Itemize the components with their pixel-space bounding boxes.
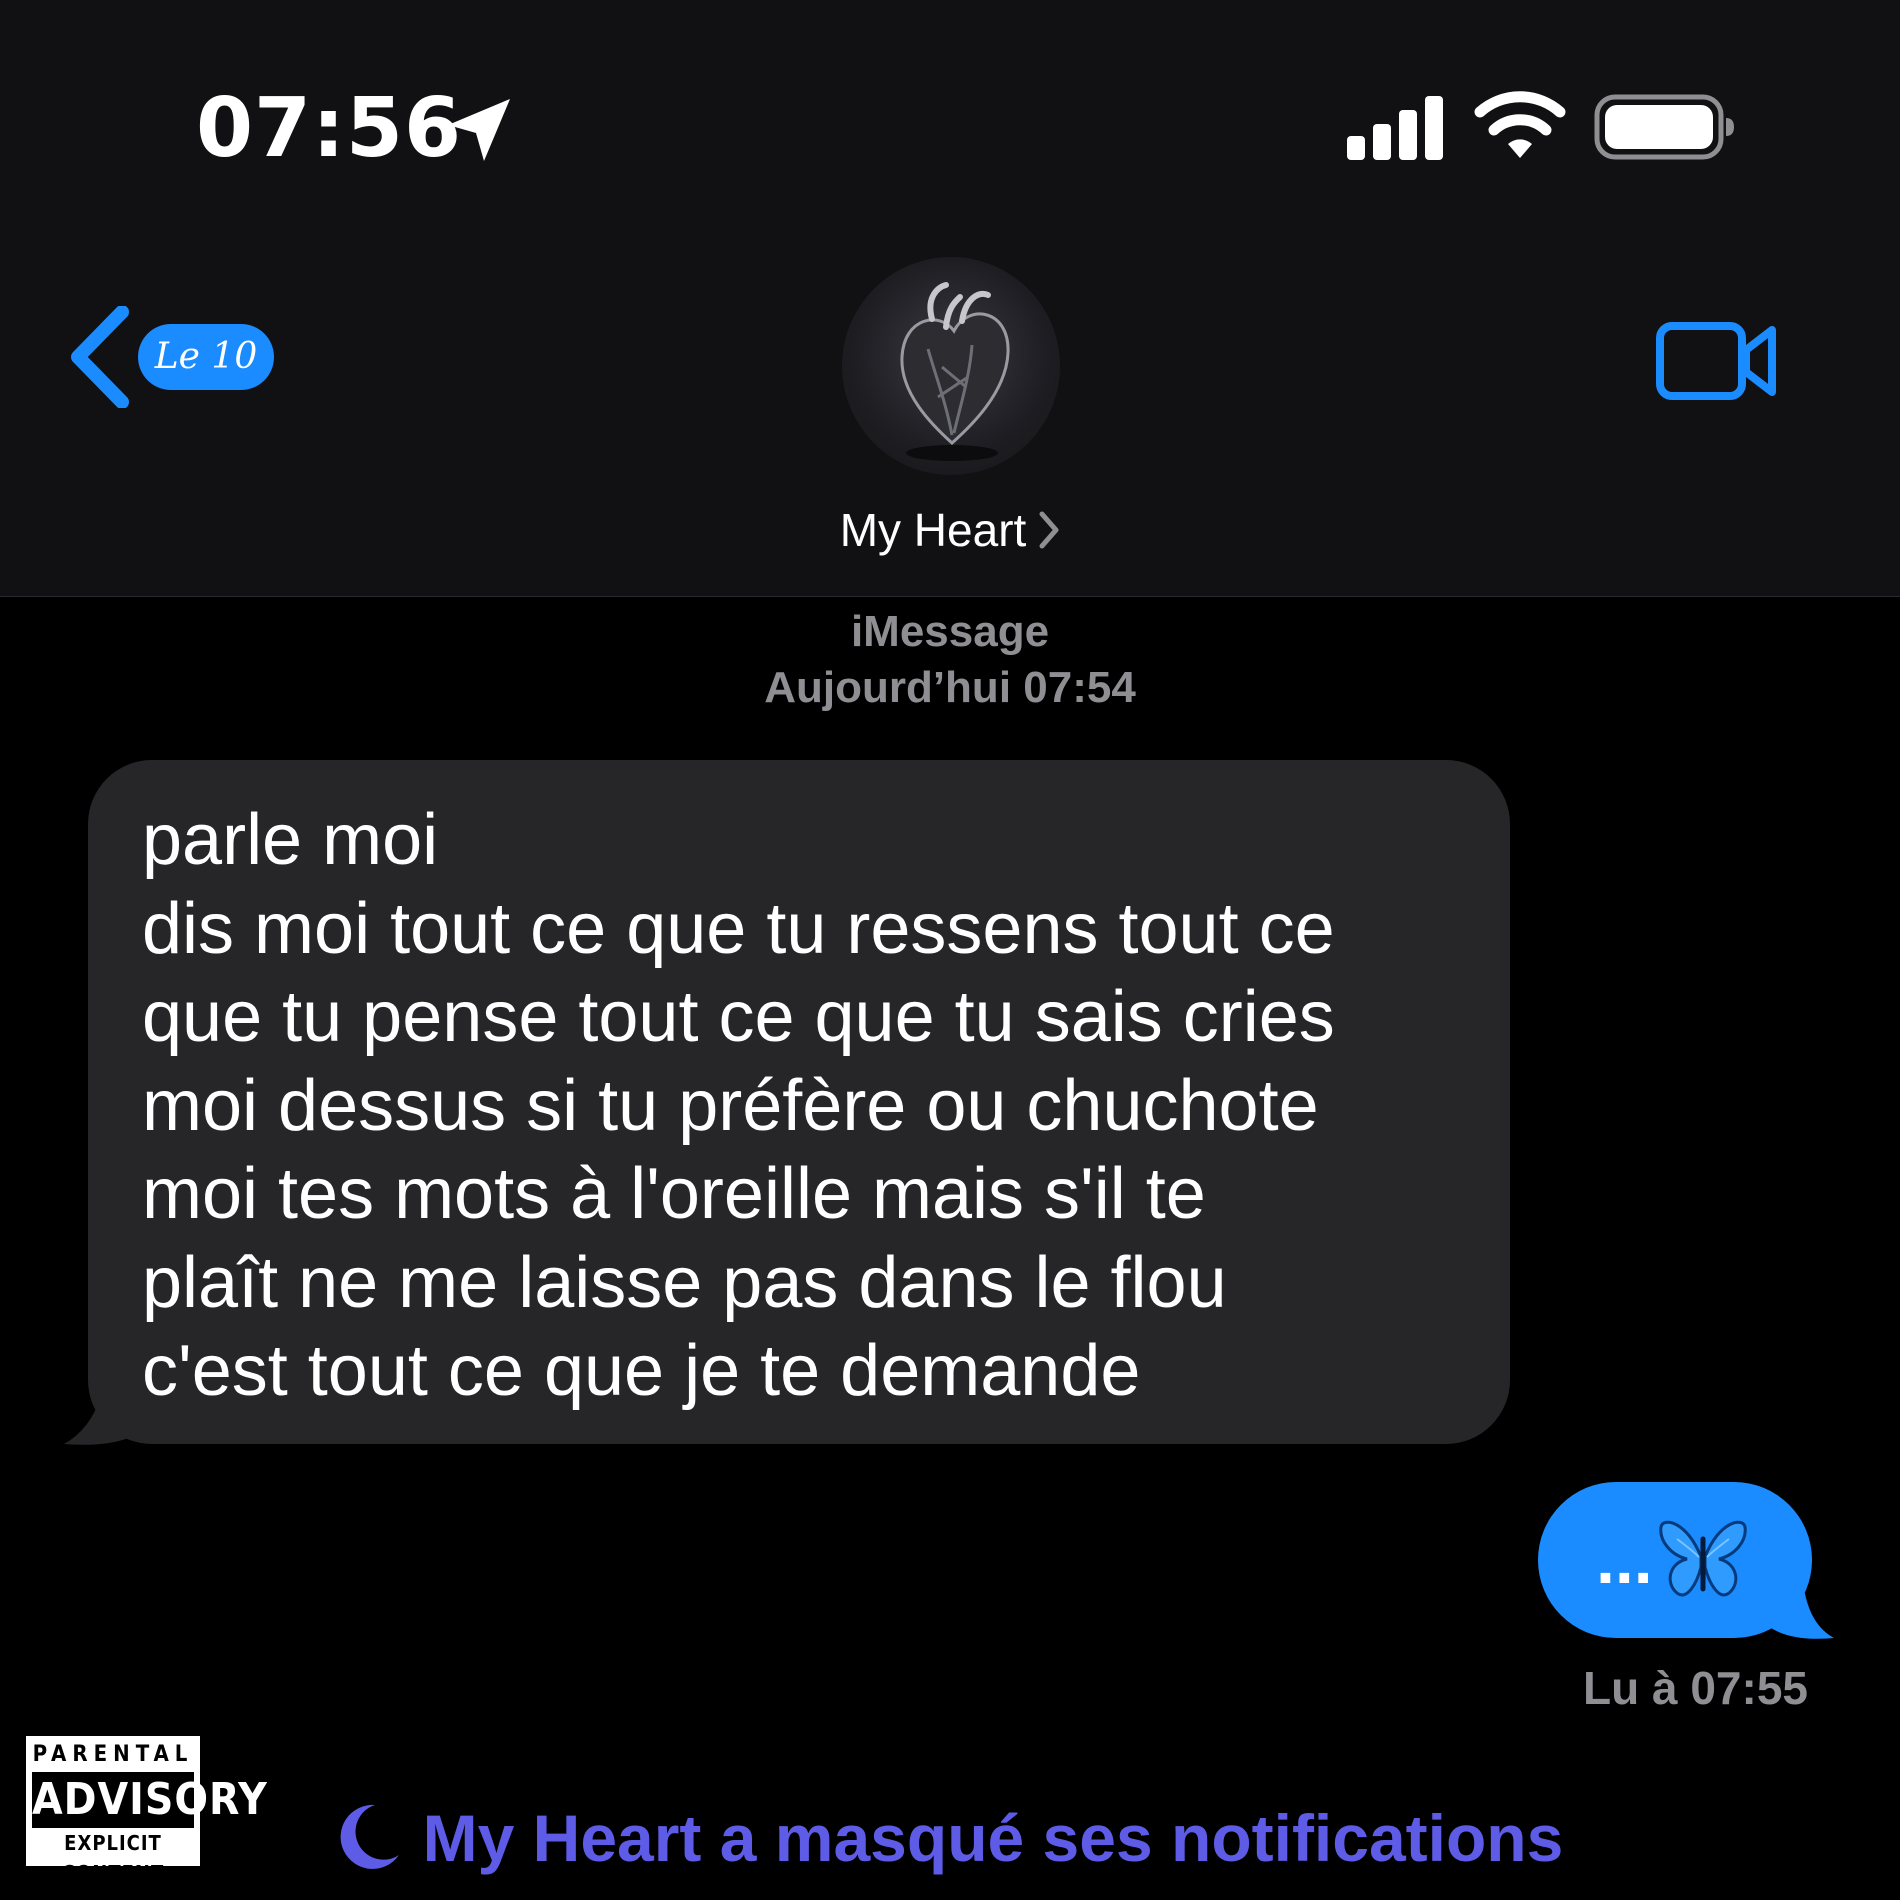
moon-icon [340,1804,399,1869]
contact-name: My Heart [839,504,1027,556]
status-time: 07:56 [196,81,463,176]
wifi-icon [1474,91,1566,158]
heart-image-icon [900,282,1010,461]
focus-status-banner: My Heart a masqué ses notifications [0,1800,1900,1876]
conversation-timestamp: Aujourd’hui 07:54 [764,663,1136,712]
contact-avatar[interactable] [842,257,1060,475]
contact-name-button[interactable]: My Heart [0,500,1900,560]
video-camera-icon[interactable] [1656,322,1778,400]
location-arrow-icon [448,99,510,161]
chevron-right-icon [1039,511,1059,549]
blue-butterfly-icon [1659,1520,1747,1597]
outgoing-message-text: ... [1596,1522,1653,1598]
read-receipt: Lu à 07:55 [1583,1662,1808,1714]
navigation-header: 07:56 Le 10 My Heart [0,0,1900,597]
outgoing-message-content: ... [1596,1510,1749,1610]
unread-count-badge: Le 10 [138,324,274,390]
focus-banner-text: My Heart a masqué ses notifications [422,1801,1564,1875]
cellular-signal-icon [1347,96,1443,160]
advisory-top-text: PARENTAL [26,1740,200,1770]
incoming-message-text: parle moi dis moi tout ce que tu ressens… [142,800,1335,1411]
back-chevron-icon [71,306,129,408]
back-button[interactable]: Le 10 [66,306,286,408]
battery-icon [1594,94,1734,160]
service-label: iMessage [850,607,1050,656]
